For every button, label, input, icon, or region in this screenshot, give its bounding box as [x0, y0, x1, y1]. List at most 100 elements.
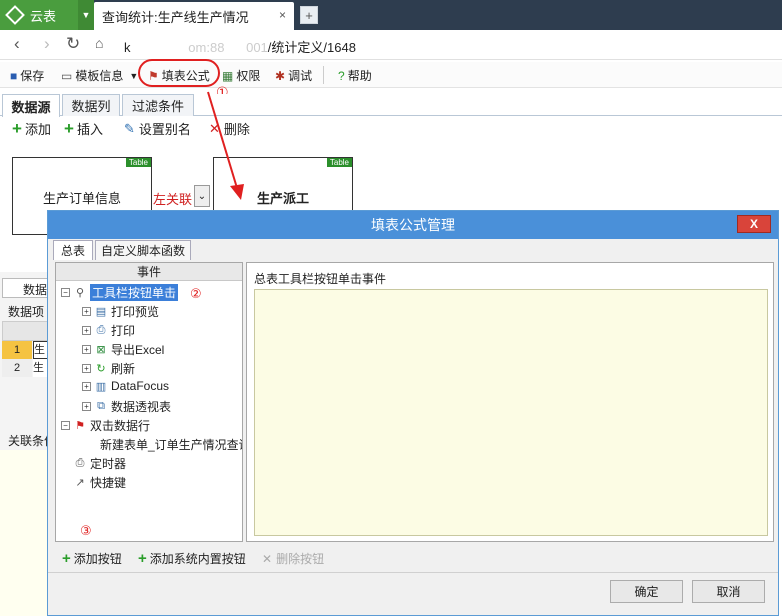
tree-node-new-form[interactable]: 新建表单_订单生产情况查询	[100, 436, 242, 453]
tree-node-timer[interactable]: ⎙ 定时器	[73, 455, 126, 472]
insert-label: 插入	[76, 122, 103, 137]
table-tag: Table	[125, 158, 151, 167]
new-tab-button[interactable]: +	[300, 6, 318, 24]
expand-icon[interactable]: +	[82, 402, 91, 411]
home-icon[interactable]: ⌂	[95, 35, 103, 51]
debug-button[interactable]: ✱ 调试	[275, 67, 312, 84]
url-field[interactable]: k om:88 001/统计定义/1648	[124, 37, 356, 56]
template-dropdown-icon[interactable]: ▼	[129, 71, 138, 81]
grid-header	[2, 321, 48, 341]
tree-node-pivot[interactable]: + ⧉ 数据透视表	[82, 398, 171, 415]
cancel-button[interactable]: 取消	[692, 580, 765, 603]
row-cell[interactable]: 生	[33, 341, 48, 359]
data-items-label: 数据项	[8, 305, 45, 319]
dialog-title: 填表公式管理	[48, 211, 778, 239]
tab-title: 查询统计:生产线生产情况	[102, 9, 249, 25]
add-label: 添加	[24, 122, 51, 137]
script-editor[interactable]	[254, 289, 768, 536]
tab-filter[interactable]: 过滤条件	[122, 94, 194, 116]
add-icon: +	[12, 119, 22, 138]
tab-custom-script[interactable]: 自定义脚本函数	[95, 240, 191, 260]
tab-close-icon[interactable]: ×	[279, 8, 286, 22]
highlight-circle	[138, 59, 220, 87]
tree-node-dblclick-row[interactable]: − ⚑ 双击数据行	[61, 417, 150, 434]
tree-node-print-preview[interactable]: + ▤ 打印预览	[82, 303, 159, 320]
data-tab[interactable]: 数据	[2, 278, 48, 298]
save-button[interactable]: ■ 保存	[10, 67, 44, 84]
tab-data-source-label: 数据源	[11, 99, 51, 115]
forward-icon[interactable]: ›	[44, 34, 50, 54]
dialog-close-button[interactable]: X	[737, 215, 771, 233]
tree-node-label: 工具栏按钮单击	[90, 284, 179, 301]
tab-data-columns-label: 数据列	[71, 99, 111, 114]
refresh-icon: ↻	[96, 363, 106, 375]
dialog-divider	[48, 572, 778, 573]
insert-icon: +	[64, 119, 74, 138]
help-button[interactable]: ? 帮助	[338, 67, 372, 84]
ok-button[interactable]: 确定	[610, 580, 683, 603]
tree-node-label: DataFocus	[111, 379, 170, 393]
add-button[interactable]: + 添加	[12, 119, 51, 138]
tree-node-datafocus[interactable]: + ▥ DataFocus	[82, 379, 169, 393]
debug-label: 调试	[288, 69, 313, 83]
tree-node-label: 新建表单_订单生产情况查询	[100, 438, 242, 452]
toolbar-divider	[323, 66, 324, 84]
row-cell[interactable]: 生	[33, 359, 48, 377]
tree-node-label: 打印预览	[111, 305, 160, 319]
printer-icon: ⎙	[96, 324, 106, 336]
new-tab-label: +	[305, 7, 313, 23]
table-tag: Table	[326, 158, 352, 167]
add-button-label: 添加按钮	[73, 552, 122, 566]
expand-icon[interactable]: +	[82, 345, 91, 354]
permission-label: 权限	[236, 69, 261, 83]
reload-icon[interactable]: ↻	[66, 34, 80, 54]
add-button-action[interactable]: + 添加按钮	[62, 550, 122, 567]
annotation-3: ③	[80, 523, 92, 538]
add-system-button-action[interactable]: + 添加系统内置按钮	[138, 550, 246, 567]
brand-dropdown-icon[interactable]: ▼	[78, 0, 94, 30]
timer-icon: ⎙	[75, 457, 85, 469]
print-preview-icon: ▤	[95, 306, 107, 318]
tab-data-columns[interactable]: 数据列	[62, 94, 120, 116]
tree-node-print[interactable]: + ⎙ 打印	[82, 322, 135, 339]
tree-node-toolbar-click[interactable]: − ⚲ 工具栏按钮单击	[61, 284, 179, 301]
tab-master[interactable]: 总表	[53, 240, 93, 260]
app-brand-button[interactable]: 云表	[0, 0, 78, 30]
set-alias-label: 设置别名	[138, 122, 191, 137]
wrench-icon: ⚲	[75, 287, 85, 299]
back-icon[interactable]: ‹	[14, 34, 20, 54]
tree-node-export-excel[interactable]: + ⊠ 导出Excel	[82, 341, 164, 358]
insert-button[interactable]: + 插入	[64, 119, 103, 138]
excel-icon: ⊠	[96, 344, 106, 356]
bar-chart-icon: ▥	[95, 380, 107, 393]
expand-icon[interactable]: +	[82, 326, 91, 335]
flag-icon: ⚑	[75, 420, 85, 432]
tree-header-label: 事件	[136, 265, 161, 279]
url-host: om:88 001	[130, 40, 268, 55]
tree-node-refresh[interactable]: + ↻ 刷新	[82, 360, 135, 377]
permission-button[interactable]: ▦ 权限	[222, 67, 260, 84]
expand-icon[interactable]: +	[82, 307, 91, 316]
pivot-icon: ⧉	[97, 400, 105, 412]
expand-icon[interactable]: +	[82, 381, 91, 391]
collapse-icon[interactable]: −	[61, 288, 70, 297]
template-icon: ▭	[61, 68, 73, 83]
edit-icon: ✎	[124, 120, 135, 136]
delete-button-action[interactable]: ✕ 删除按钮	[262, 550, 324, 567]
set-alias-button[interactable]: ✎ 设置别名	[124, 119, 191, 138]
add-system-button-label: 添加系统内置按钮	[149, 552, 246, 566]
tab-data-source[interactable]: 数据源	[2, 94, 60, 117]
url-path: /统计定义/1648	[267, 40, 356, 55]
expand-icon[interactable]: +	[82, 364, 91, 373]
condition-area	[0, 450, 50, 616]
browser-tab-active[interactable]: 查询统计:生产线生产情况 ×	[94, 2, 294, 30]
delete-icon: ✕	[262, 551, 273, 566]
cancel-label: 取消	[716, 585, 741, 599]
annotation-2: ②	[190, 286, 202, 301]
template-info-button[interactable]: ▭ 模板信息 ▼	[61, 67, 138, 84]
collapse-icon[interactable]: −	[61, 421, 70, 430]
tree-node-label: 定时器	[90, 457, 127, 471]
tree-node-label: 刷新	[111, 362, 136, 376]
delete-button-label: 删除按钮	[276, 552, 325, 566]
tree-node-shortcut[interactable]: ↗ 快捷键	[73, 474, 126, 491]
